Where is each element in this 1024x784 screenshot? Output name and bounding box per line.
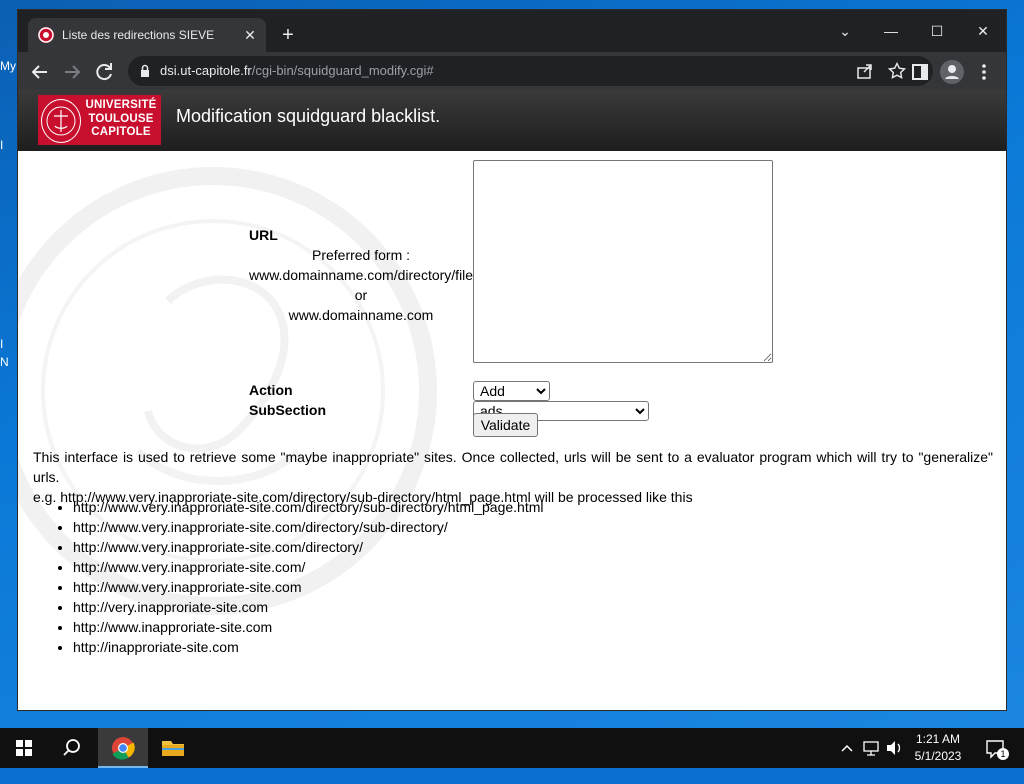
side-panel-icon[interactable] (908, 60, 932, 84)
notification-center-icon[interactable]: 1 (978, 728, 1014, 768)
example-path-text: www.domainname.com/directory/file (249, 267, 474, 283)
browser-tab[interactable]: Liste des redirections SIEVE ✕ (28, 18, 266, 52)
system-clock[interactable]: 1:21 AM 5/1/2023 (905, 731, 971, 765)
logo-line: TOULOUSE (88, 112, 154, 125)
network-icon[interactable] (860, 728, 882, 768)
list-item: http://www.very.inapproriate-site.com/di… (73, 517, 543, 537)
clock-time: 1:21 AM (915, 732, 961, 746)
chrome-taskbar-icon[interactable] (98, 728, 148, 768)
lock-icon[interactable] (138, 64, 152, 78)
new-tab-button[interactable]: + (276, 24, 300, 48)
university-logo[interactable]: UNIVERSITÉ TOULOUSE CAPITOLE (38, 95, 161, 145)
tab-close-icon[interactable]: ✕ (240, 25, 260, 45)
page-viewport: UNIVERSITÉ TOULOUSE CAPITOLE Modificatio… (18, 90, 1006, 710)
description-text: This interface is used to retrieve some … (33, 449, 993, 485)
example-url-list: http://www.very.inapproriate-site.com/di… (33, 497, 543, 657)
main-content: URL Preferred form : www.domainname.com/… (18, 151, 1006, 710)
address-bar[interactable]: dsi.ut-capitole.fr/cgi-bin/squidguard_mo… (128, 56, 933, 86)
list-item: http://www.inapproriate-site.com (73, 617, 543, 637)
browser-window: Liste des redirections SIEVE ✕ + ⌄ — ☐ ✕… (18, 10, 1006, 710)
url-textarea[interactable] (473, 160, 773, 363)
site-favicon-icon (38, 27, 54, 43)
volume-icon[interactable] (884, 728, 904, 768)
action-select[interactable]: Add (473, 381, 550, 401)
subsection-label: SubSection (249, 402, 327, 418)
desktop-icon-label[interactable]: My (0, 59, 16, 73)
menu-kebab-icon[interactable] (972, 60, 996, 84)
tab-strip: Liste des redirections SIEVE ✕ + ⌄ — ☐ ✕ (18, 10, 1006, 52)
browser-toolbar: dsi.ut-capitole.fr/cgi-bin/squidguard_mo… (18, 52, 1006, 90)
logo-line: UNIVERSITÉ (85, 99, 157, 111)
list-item: http://www.very.inapproriate-site.com/di… (73, 497, 543, 517)
list-item: http://www.very.inapproriate-site.com/di… (73, 537, 543, 557)
url-label: URL (249, 227, 278, 243)
tab-title: Liste des redirections SIEVE (62, 28, 215, 42)
chevron-up-icon[interactable] (838, 728, 856, 768)
preferred-form-label: Preferred form : (311, 247, 411, 263)
notification-count-badge: 1 (1000, 749, 1006, 759)
file-explorer-icon[interactable] (150, 728, 196, 768)
desktop-icon-label[interactable]: I (0, 138, 3, 152)
forward-arrow-icon[interactable] (60, 60, 84, 84)
maximize-button[interactable]: ☐ (914, 16, 960, 46)
taskbar: 1:21 AM 5/1/2023 1 (0, 728, 1024, 768)
close-window-button[interactable]: ✕ (960, 16, 1006, 46)
url-text[interactable]: dsi.ut-capitole.fr/cgi-bin/squidguard_mo… (160, 63, 434, 78)
desktop-icon-label[interactable]: I (0, 337, 3, 351)
url-host: dsi.ut-capitole.fr (160, 63, 252, 78)
example-domain-text: www.domainname.com (288, 307, 434, 323)
list-item: http://www.very.inapproriate-site.com (73, 577, 543, 597)
tab-search-icon[interactable]: ⌄ (822, 16, 868, 46)
action-label: Action (249, 382, 293, 398)
seal-icon (41, 99, 81, 143)
share-icon[interactable] (856, 62, 874, 80)
validate-button[interactable]: Validate (473, 413, 538, 437)
page-banner: UNIVERSITÉ TOULOUSE CAPITOLE Modificatio… (18, 90, 1006, 151)
bookmark-star-icon[interactable] (887, 61, 907, 80)
start-windows-icon[interactable] (0, 728, 48, 768)
desktop-icon-label[interactable]: N (0, 355, 9, 369)
or-text: or (354, 287, 368, 303)
url-path: /cgi-bin/squidguard_modify.cgi# (251, 63, 434, 78)
page-title: Modification squidguard blacklist. (176, 106, 441, 126)
search-icon[interactable] (48, 728, 96, 768)
list-item: http://www.very.inapproriate-site.com/ (73, 557, 543, 577)
reload-icon[interactable] (92, 60, 116, 84)
back-arrow-icon[interactable] (28, 60, 52, 84)
list-item: http://inapproriate-site.com (73, 637, 543, 657)
profile-avatar-icon[interactable] (940, 60, 964, 84)
logo-line: CAPITOLE (91, 126, 151, 138)
list-item: http://very.inapproriate-site.com (73, 597, 543, 617)
logo-wordmark: UNIVERSITÉ TOULOUSE CAPITOLE (83, 99, 159, 140)
clock-date: 5/1/2023 (914, 749, 962, 763)
minimize-button[interactable]: — (868, 16, 914, 46)
